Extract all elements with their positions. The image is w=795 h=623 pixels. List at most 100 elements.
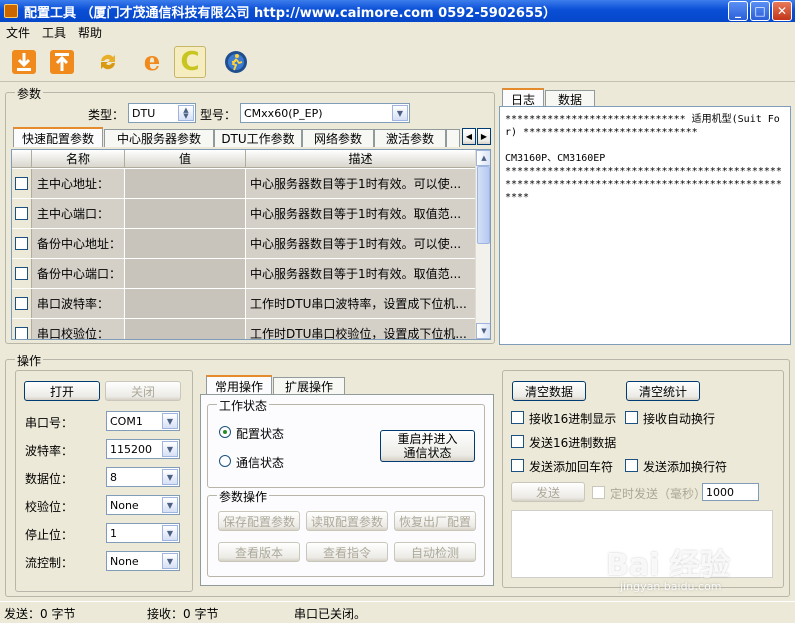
hex-recv-checkbox[interactable] [511,411,524,424]
c-icon[interactable]: C [174,46,206,78]
tab-quick-config[interactable]: 快速配置参数 [13,127,103,147]
tab-dtu-work[interactable]: DTU工作参数 [214,129,302,147]
row-value[interactable] [125,229,246,258]
add-cr-checkbox[interactable] [511,459,524,472]
tab-scroll-left-icon[interactable]: ◀ [462,128,476,145]
row-checkbox-cell [12,289,32,318]
timed-send-checkbox[interactable] [592,486,605,499]
col-header-name: 名称 [32,150,125,168]
table-row[interactable]: 主中心端口： 中心服务器数目等于1时有效。取值范... [12,199,475,229]
table-row[interactable]: 备份中心端口： 中心服务器数目等于1时有效。取值范... [12,259,475,289]
row-checkbox[interactable] [15,267,28,280]
grid-scrollbar[interactable]: ▲ ▼ [475,150,490,339]
comm-state-radio[interactable] [219,455,231,467]
upload-icon[interactable] [46,46,78,78]
add-cr-label: 发送添加回车符 [529,460,614,474]
param-op-button[interactable]: 查看版本 [218,542,300,562]
auto-wrap-checkbox[interactable] [625,411,638,424]
serial-field-select[interactable]: None ▼ [106,551,180,571]
tab-scroll-right-icon[interactable]: ▶ [477,128,491,145]
close-icon[interactable]: ✕ [772,1,792,21]
param-op-button[interactable]: 恢复出厂配置 [394,511,476,531]
serial-field-label: 校验位： [25,500,74,514]
tab-ext-ops[interactable]: 扩展操作 [273,377,345,395]
menu-tools[interactable]: 工具 [36,24,72,41]
serial-field-select[interactable]: None ▼ [106,495,180,515]
table-row[interactable]: 主中心地址： 中心服务器数目等于1时有效。可以使... [12,169,475,199]
param-op-button[interactable]: 保存配置参数 [218,511,300,531]
maximize-icon[interactable]: □ [750,1,770,21]
hex-send-label: 发送16进制数据 [529,436,617,450]
row-desc: 工作时DTU串口校验位，设置成下位机... [246,319,475,339]
tab-center-server[interactable]: 中心服务器参数 [104,129,214,147]
tab-network[interactable]: 网络参数 [302,129,374,147]
param-ops-group [207,495,485,577]
clear-stats-button[interactable]: 清空统计 [626,381,700,401]
refresh-icon[interactable] [92,46,124,78]
row-name: 主中心端口： [32,199,125,228]
spin-icon: ▲ ▼ [178,105,194,121]
menu-help[interactable]: 帮助 [72,24,108,41]
serial-field-value: None [110,554,139,568]
row-name: 备份中心端口： [32,259,125,288]
hex-send-checkbox[interactable] [511,435,524,448]
window-title: 配置工具 （厦门才茂通信科技有限公司 http://www.caimore.co… [24,5,557,21]
serial-field-select[interactable]: 8 ▼ [106,467,180,487]
row-checkbox[interactable] [15,237,28,250]
interval-input[interactable]: 1000 [702,483,759,501]
model-select[interactable]: CMxx60(P_EP) ▼ [240,103,410,123]
row-checkbox[interactable] [15,327,28,339]
row-checkbox[interactable] [15,297,28,310]
row-value[interactable] [125,319,246,339]
grid-corner [12,150,32,168]
add-lf-checkbox[interactable] [625,459,638,472]
tab-activation[interactable]: 激活参数 [374,129,446,147]
row-value[interactable] [125,169,246,198]
minimize-icon[interactable]: _ [728,1,748,21]
serial-field-select[interactable]: 1 ▼ [106,523,180,543]
row-value[interactable] [125,259,246,288]
tab-log[interactable]: 日志 [502,88,544,108]
param-op-button[interactable]: 读取配置参数 [306,511,388,531]
received-count: 接收：0 字节 [147,607,219,621]
row-checkbox[interactable] [15,177,28,190]
runner-icon[interactable] [220,46,252,78]
param-op-button[interactable]: 自动检测 [394,542,476,562]
row-name: 串口波特率： [32,289,125,318]
send-button[interactable]: 发送 [511,482,585,502]
scroll-up-icon[interactable]: ▲ [476,150,490,166]
open-button[interactable]: 打开 [24,381,100,401]
serial-field-value: 115200 [110,442,152,456]
close-button[interactable]: 关闭 [105,381,181,401]
config-state-radio[interactable] [219,426,231,438]
log-text[interactable]: ****************************** 适用机型(Suit… [499,106,791,345]
type-select[interactable]: DTU ▲ ▼ [128,103,196,123]
row-value[interactable] [125,199,246,228]
restart-comm-button[interactable]: 重启并进入 通信状态 [380,430,475,462]
scroll-thumb[interactable] [477,166,490,244]
download-icon[interactable] [8,46,40,78]
row-desc: 中心服务器数目等于1时有效。可以使... [246,169,475,198]
scroll-down-icon[interactable]: ▼ [476,323,490,339]
serial-field-value: 8 [110,470,117,484]
chevron-down-icon: ▼ [162,413,178,429]
serial-field-value: 1 [110,526,117,540]
tab-more[interactable] [446,129,460,147]
row-checkbox[interactable] [15,207,28,220]
tab-common-ops[interactable]: 常用操作 [206,375,272,395]
table-row[interactable]: 串口波特率： 工作时DTU串口波特率，设置成下位机... [12,289,475,319]
table-row[interactable]: 串口校验位： 工作时DTU串口校验位，设置成下位机... [12,319,475,339]
menu-file[interactable]: 文件 [0,24,36,41]
param-op-button[interactable]: 查看指令 [306,542,388,562]
row-checkbox-cell [12,169,32,198]
serial-field-select[interactable]: COM1 ▼ [106,411,180,431]
params-legend: 参数 [15,85,44,102]
serial-field-select[interactable]: 115200 ▼ [106,439,180,459]
chevron-down-icon: ▼ [162,553,178,569]
col-header-desc: 描述 [246,150,476,168]
row-value[interactable] [125,289,246,318]
clear-data-button[interactable]: 清空数据 [512,381,586,401]
e-icon[interactable]: e [136,46,168,78]
serial-field-label: 波特率： [25,444,74,458]
table-row[interactable]: 备份中心地址： 中心服务器数目等于1时有效。可以使... [12,229,475,259]
